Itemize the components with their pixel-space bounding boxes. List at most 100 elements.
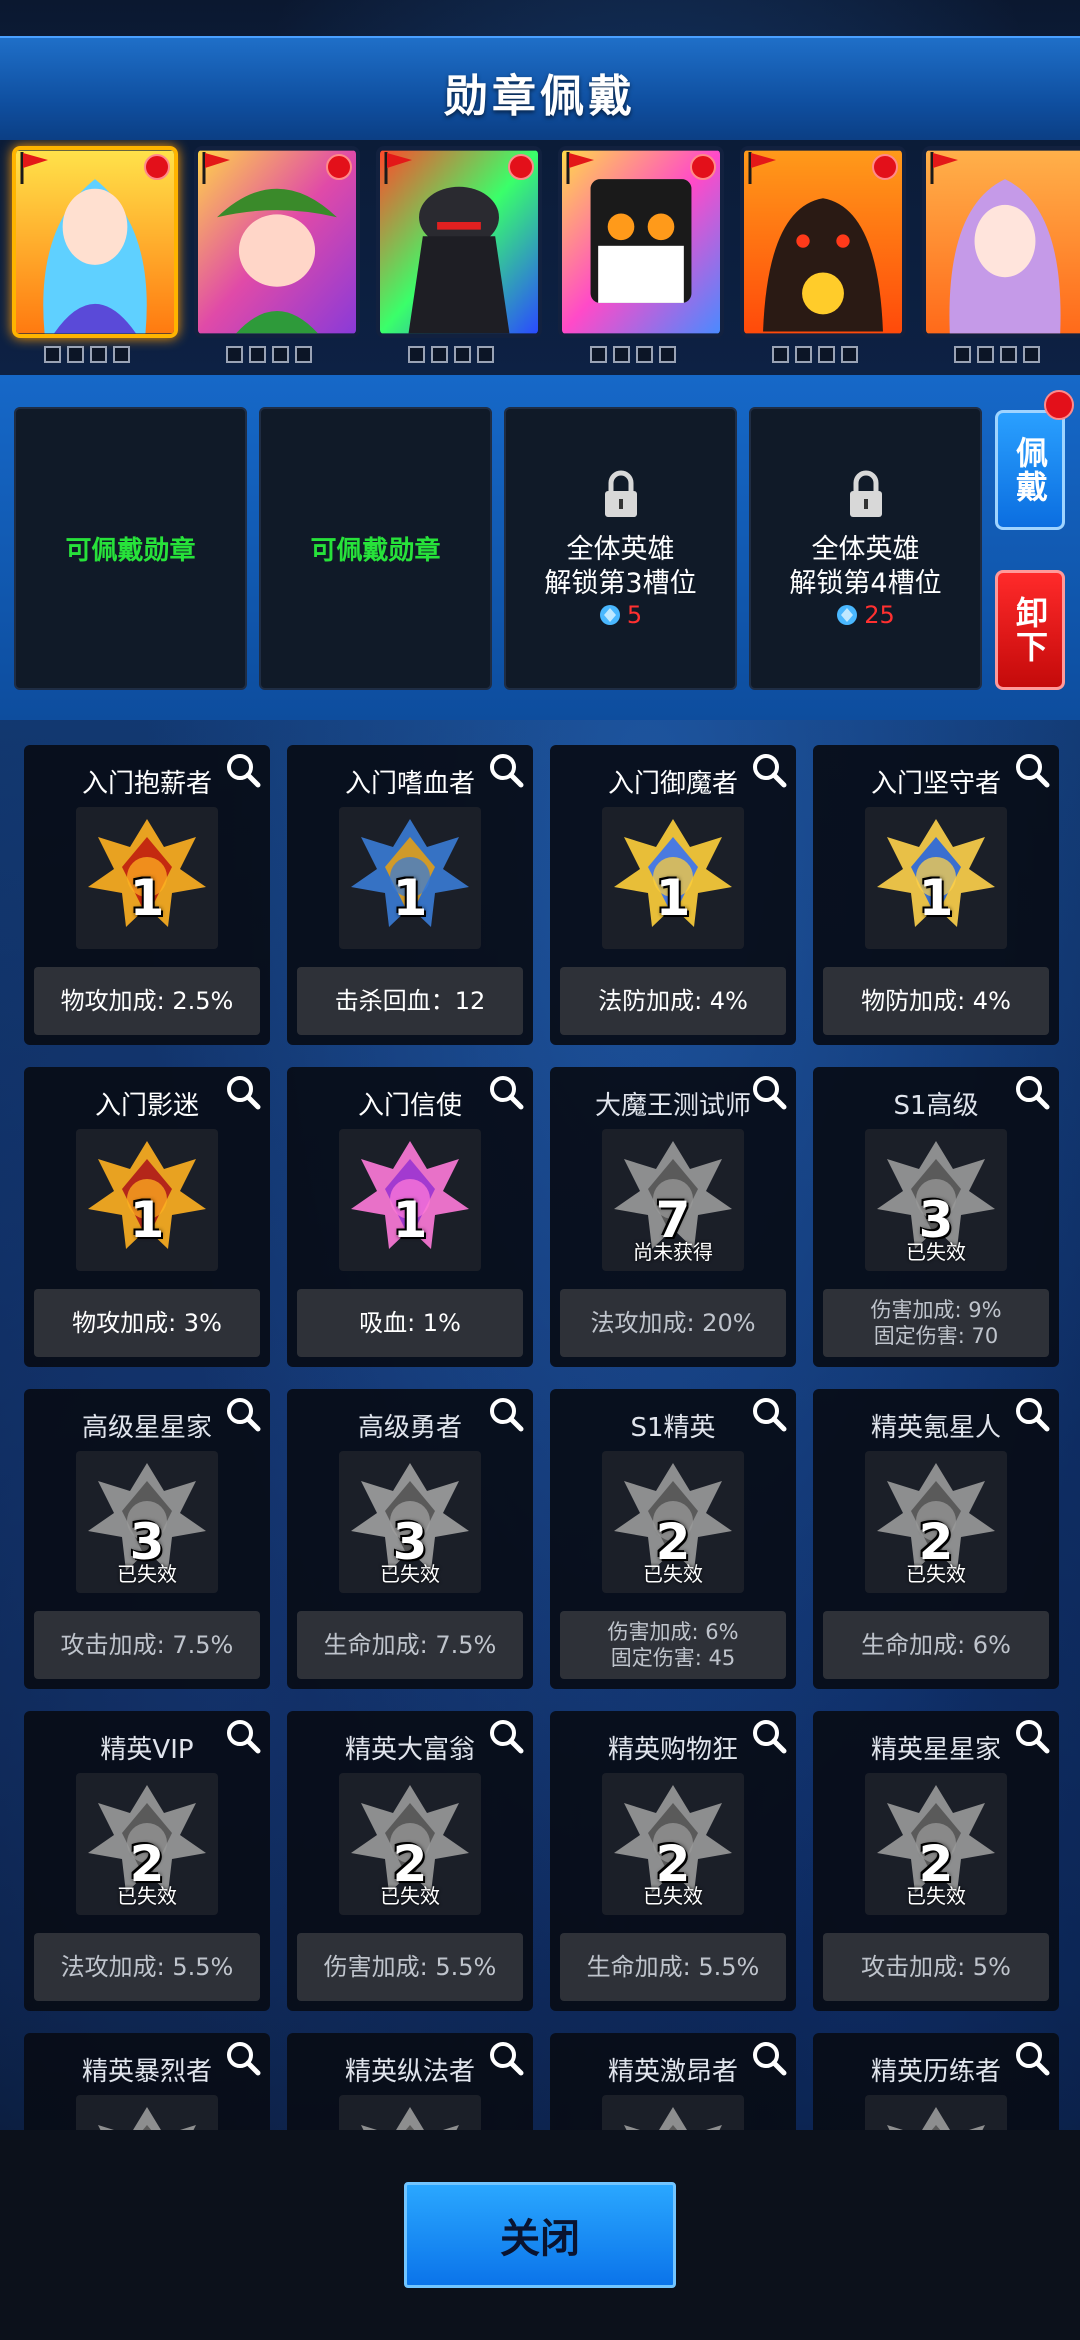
medal-icon-box (865, 2095, 1007, 2130)
zoom-icon[interactable] (224, 2039, 262, 2077)
medal-icon-box: 2 已失效 (865, 1773, 1007, 1915)
medal-state: 已失效 (906, 1884, 966, 1908)
medal-card[interactable]: 入门影迷 1 物攻加成: 3% (24, 1067, 270, 1367)
notification-dot (690, 154, 716, 180)
zoom-icon[interactable] (750, 1073, 788, 1111)
medal-bonus-line: 固定伤害: 45 (610, 1646, 736, 1670)
medal-bonus: 物攻加成: 3% (34, 1289, 260, 1357)
unlock-cost-value: 25 (864, 600, 895, 629)
flag-icon (566, 152, 594, 184)
unlock-desc: 解锁第3槽位 (544, 567, 697, 599)
medal-bonus-line: 攻击加成: 7.5% (60, 1631, 234, 1659)
medal-card[interactable]: 精英氪星人 2 已失效 生命加成: 6% (813, 1389, 1059, 1689)
zoom-icon[interactable] (1013, 751, 1051, 789)
medal-card[interactable]: 精英激昂者 (550, 2033, 796, 2130)
close-button[interactable]: 关闭 (404, 2182, 676, 2288)
unlock-desc: 解锁第4槽位 (789, 567, 942, 599)
medal-bonus-line: 伤害加成: 6% (607, 1620, 739, 1644)
zoom-icon[interactable] (750, 1717, 788, 1755)
hero-card-2[interactable] (194, 146, 360, 375)
medal-card[interactable]: 大魔王测试师 7 尚未获得 法攻加成: 20% (550, 1067, 796, 1367)
medal-state: 已失效 (380, 1562, 440, 1586)
medal-card[interactable]: 精英暴烈者 (24, 2033, 270, 2130)
medal-slot-indicator (772, 346, 858, 363)
hero-card-6[interactable] (922, 146, 1080, 375)
medal-slot-indicator (590, 346, 676, 363)
medal-icon-box: 3 已失效 (76, 1451, 218, 1593)
medal-state: 尚未获得 (633, 1240, 713, 1264)
medal-card[interactable]: 精英纵法者 (287, 2033, 533, 2130)
medal-bonus-line: 生命加成: 7.5% (323, 1631, 497, 1659)
equip-slot-3-locked[interactable]: 全体英雄 解锁第3槽位 5 (504, 407, 737, 690)
medal-card[interactable]: 高级勇者 3 已失效 生命加成: 7.5% (287, 1389, 533, 1689)
medal-card[interactable]: 入门嗜血者 1 击杀回血：12 (287, 745, 533, 1045)
medal-slot-indicator (408, 346, 494, 363)
medal-level: 1 (129, 1191, 165, 1249)
zoom-icon[interactable] (1013, 1717, 1051, 1755)
medal-card[interactable]: 精英VIP 2 已失效 法攻加成: 5.5% (24, 1711, 270, 2011)
zoom-icon[interactable] (487, 2039, 525, 2077)
medal-bonus-line: 吸血: 1% (359, 1309, 461, 1337)
medal-card[interactable]: 精英购物狂 2 已失效 生命加成: 5.5% (550, 1711, 796, 2011)
medal-card[interactable]: 入门坚守者 1 物防加成: 4% (813, 745, 1059, 1045)
medal-bonus: 击杀回血：12 (297, 967, 523, 1035)
zoom-icon[interactable] (224, 1073, 262, 1111)
wear-button[interactable]: 佩戴 (995, 410, 1065, 530)
medal-bonus: 法攻加成: 20% (560, 1289, 786, 1357)
medal-state: 已失效 (117, 1562, 177, 1586)
flag-icon (202, 152, 230, 184)
zoom-icon[interactable] (224, 1717, 262, 1755)
medal-grid[interactable]: 入门抱薪者 1 物攻加成: 2.5% 入门嗜血者 1 击杀回血：12 入门御魔者… (0, 745, 1080, 2130)
zoom-icon[interactable] (750, 751, 788, 789)
medal-card[interactable]: 入门御魔者 1 法防加成: 4% (550, 745, 796, 1045)
medal-icon-box: 3 已失效 (865, 1129, 1007, 1271)
unload-button[interactable]: 卸下 (995, 570, 1065, 690)
page-title: 勋章佩戴 (444, 71, 636, 122)
equip-slot-2[interactable]: 可佩戴勋章 (259, 407, 492, 690)
hero-card-3[interactable] (376, 146, 542, 375)
zoom-icon[interactable] (487, 751, 525, 789)
unlock-cost-value: 5 (626, 600, 643, 629)
notification-dot (508, 154, 534, 180)
hero-card-5[interactable] (740, 146, 906, 375)
medal-state: 已失效 (643, 1884, 703, 1908)
zoom-icon[interactable] (487, 1073, 525, 1111)
medal-card[interactable]: 入门抱薪者 1 物攻加成: 2.5% (24, 745, 270, 1045)
zoom-icon[interactable] (487, 1395, 525, 1433)
hero-row[interactable] (0, 140, 1080, 375)
medal-card[interactable]: S1精英 2 已失效 伤害加成: 6% 固定伤害: 45 (550, 1389, 796, 1689)
zoom-icon[interactable] (224, 751, 262, 789)
medal-icon-box: 7 尚未获得 (602, 1129, 744, 1271)
medal-card[interactable]: 入门信使 1 吸血: 1% (287, 1067, 533, 1367)
medal-card[interactable]: 精英星星家 2 已失效 攻击加成: 5% (813, 1711, 1059, 2011)
medal-bonus: 生命加成: 7.5% (297, 1611, 523, 1679)
hero-card-4[interactable] (558, 146, 724, 375)
medal-state: 已失效 (906, 1562, 966, 1586)
medal-bonus-line: 法攻加成: 5.5% (60, 1953, 234, 1981)
zoom-icon[interactable] (224, 1395, 262, 1433)
medal-bonus-line: 击杀回血：12 (334, 987, 486, 1015)
medal-icon-box: 2 已失效 (339, 1773, 481, 1915)
zoom-icon[interactable] (750, 1395, 788, 1433)
equip-slot-1[interactable]: 可佩戴勋章 (14, 407, 247, 690)
medal-card[interactable]: 精英历练者 (813, 2033, 1059, 2130)
medal-card[interactable]: 精英大富翁 2 已失效 伤害加成: 5.5% (287, 1711, 533, 2011)
zoom-icon[interactable] (487, 1717, 525, 1755)
medal-state: 已失效 (643, 1562, 703, 1586)
medal-bonus: 生命加成: 6% (823, 1611, 1049, 1679)
medal-state: 已失效 (906, 1240, 966, 1264)
zoom-icon[interactable] (1013, 2039, 1051, 2077)
zoom-icon[interactable] (1013, 1073, 1051, 1111)
medal-level: 1 (129, 869, 165, 927)
equip-slot-4-locked[interactable]: 全体英雄 解锁第4槽位 25 (749, 407, 982, 690)
gem-icon (837, 604, 858, 625)
zoom-icon[interactable] (1013, 1395, 1051, 1433)
hero-card-1[interactable] (12, 146, 178, 375)
lock-icon (849, 470, 882, 517)
medal-card[interactable]: 高级星星家 3 已失效 攻击加成: 7.5% (24, 1389, 270, 1689)
medal-icon-box: 2 已失效 (76, 1773, 218, 1915)
medal-bonus: 物防加成: 4% (823, 967, 1049, 1035)
zoom-icon[interactable] (750, 2039, 788, 2077)
medal-bonus: 法防加成: 4% (560, 967, 786, 1035)
medal-card[interactable]: S1高级 3 已失效 伤害加成: 9% 固定伤害: 70 (813, 1067, 1059, 1367)
